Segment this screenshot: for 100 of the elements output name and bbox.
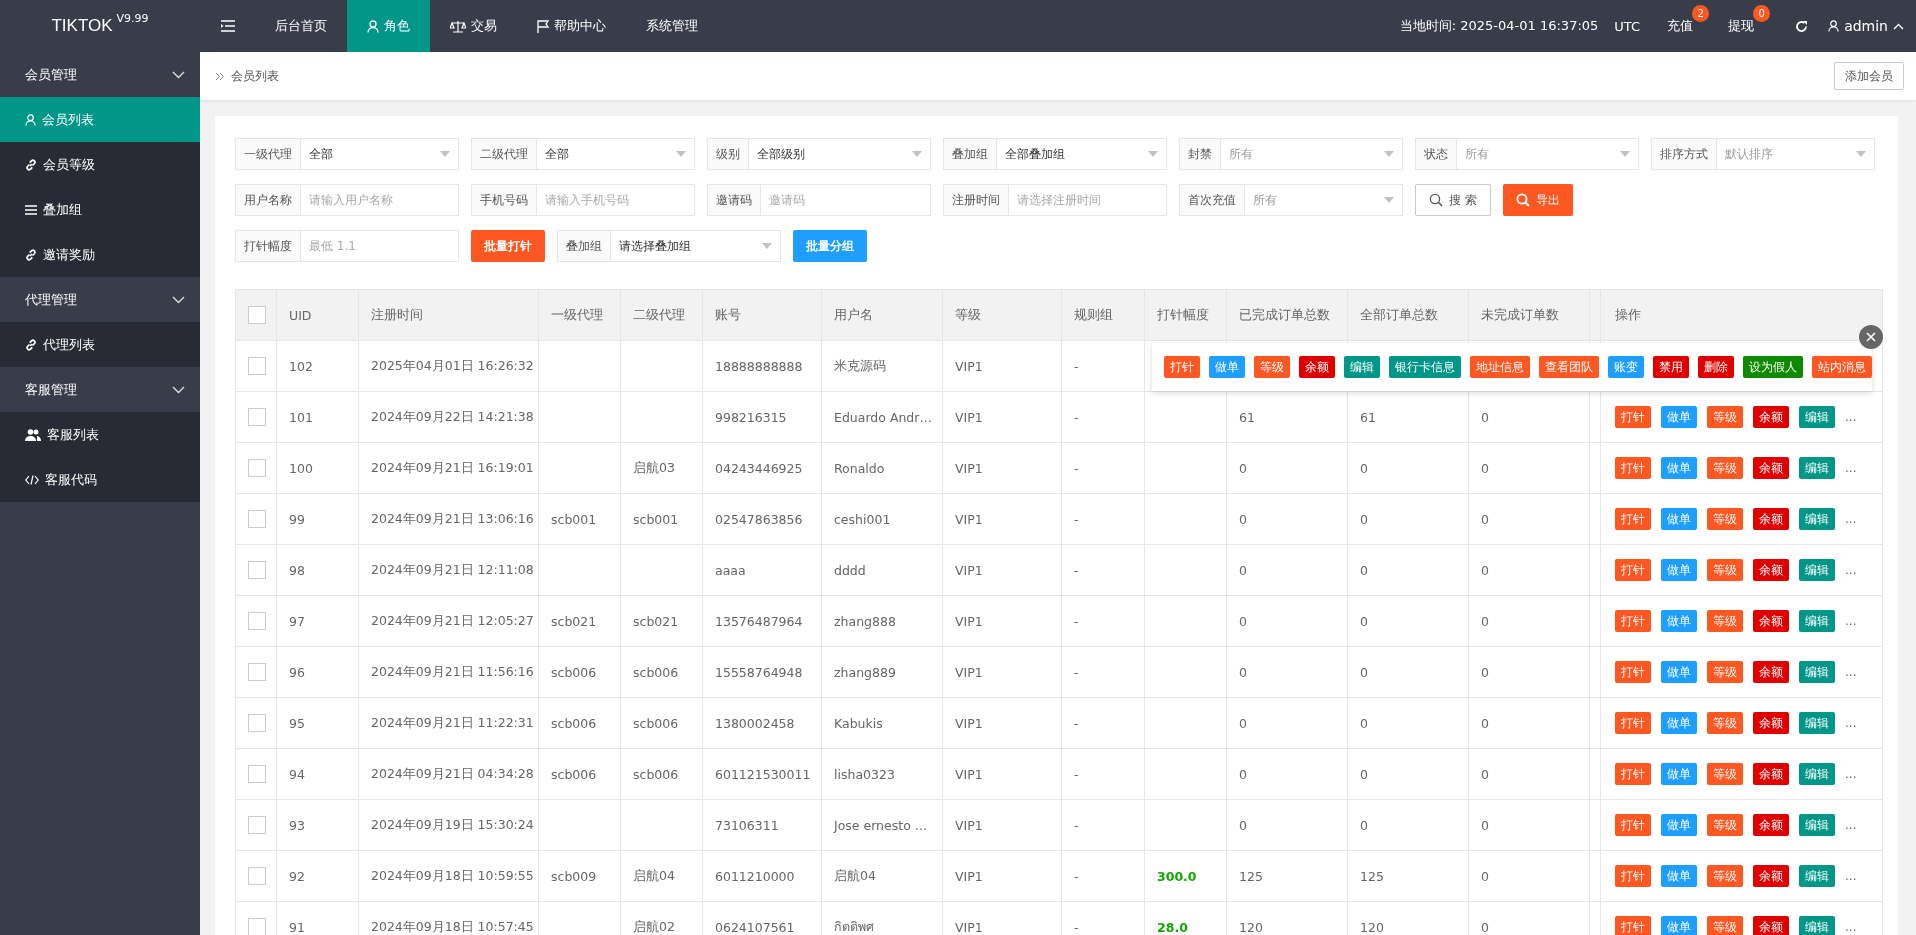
action-button[interactable]: 余额 [1753,916,1789,935]
action-button[interactable]: 等级 [1707,763,1743,785]
action-button[interactable]: 编辑 [1799,661,1835,683]
input-field[interactable]: 请输入手机号码 [537,184,695,216]
more-button[interactable]: ... [1845,461,1857,475]
sidebar-item[interactable]: 客服代码 [0,457,200,502]
action-button[interactable]: 余额 [1753,661,1789,683]
action-button[interactable]: 余额 [1753,814,1789,836]
more-button[interactable]: ... [1845,614,1857,628]
action-button[interactable]: 做单 [1661,406,1697,428]
action-button[interactable]: 打针 [1615,406,1651,428]
sidebar-item[interactable]: 会员等级 [0,142,200,187]
action-button[interactable]: 余额 [1753,559,1789,581]
action-button[interactable]: 打针 [1615,559,1651,581]
action-button[interactable]: 余额 [1753,763,1789,785]
action-button[interactable]: 打针 [1615,865,1651,887]
action-button[interactable]: 等级 [1707,406,1743,428]
action-button[interactable]: 余额 [1753,712,1789,734]
action-button[interactable]: 打针 [1615,457,1651,479]
action-button[interactable]: 编辑 [1799,916,1835,935]
nav-tab[interactable]: 交易 [430,0,517,52]
input-field[interactable]: 邀请码 [761,184,931,216]
action-button[interactable]: 做单 [1661,916,1697,935]
action-button[interactable]: 编辑 [1799,814,1835,836]
input-field[interactable]: 最低 1.1 [301,230,459,262]
search-button[interactable]: 搜 索 [1415,184,1491,216]
action-button[interactable]: 余额 [1753,406,1789,428]
action-button[interactable]: 打针 [1164,356,1200,378]
more-button[interactable]: ... [1845,920,1857,934]
sidebar-item[interactable]: 邀请奖励 [0,232,200,277]
breadcrumb-item[interactable]: 会员列表 [231,67,279,85]
action-button[interactable]: 余额 [1753,865,1789,887]
action-button[interactable]: 做单 [1661,457,1697,479]
action-button[interactable]: 打针 [1615,763,1651,785]
more-button[interactable]: ... [1845,818,1857,832]
nav-tab[interactable]: 角色 [347,0,430,52]
nav-tab[interactable]: 帮助中心 [517,0,626,52]
action-button[interactable]: 银行卡信息 [1389,356,1461,378]
action-button[interactable]: 余额 [1753,610,1789,632]
dropdown[interactable]: 全部叠加组 [997,138,1167,170]
action-button[interactable]: 编辑 [1344,356,1380,378]
input-field[interactable]: 请输入用户名称 [301,184,459,216]
more-button[interactable]: ... [1845,410,1857,424]
more-button[interactable]: ... [1845,512,1857,526]
action-button[interactable]: 打针 [1615,916,1651,935]
action-button[interactable]: 打针 [1615,661,1651,683]
export-button[interactable]: 导出 [1502,184,1573,216]
user-menu[interactable]: admin [1828,0,1904,52]
action-button[interactable]: 做单 [1661,814,1697,836]
action-button[interactable]: 等级 [1254,356,1290,378]
dropdown[interactable]: 全部 [537,138,695,170]
action-button[interactable]: 禁用 [1653,356,1689,378]
action-button[interactable]: 地址信息 [1470,356,1530,378]
action-button[interactable]: 等级 [1707,865,1743,887]
action-button[interactable]: 做单 [1661,661,1697,683]
action-button[interactable]: 等级 [1707,610,1743,632]
sidebar-item[interactable]: 客服列表 [0,412,200,457]
action-button[interactable]: 打针 [1615,508,1651,530]
dropdown[interactable]: 请选择叠加组 [611,230,781,262]
action-button[interactable]: 编辑 [1799,457,1835,479]
sidebar-item[interactable]: 叠加组 [0,187,200,232]
more-button[interactable]: ... [1845,665,1857,679]
sidebar-item[interactable]: 代理列表 [0,322,200,367]
input-field[interactable]: 请选择注册时间 [1009,184,1167,216]
more-button[interactable]: ... [1845,716,1857,730]
dropdown[interactable]: 全部 [301,138,459,170]
dropdown[interactable]: 默认排序 [1717,138,1875,170]
action-button[interactable]: 编辑 [1799,559,1835,581]
action-button[interactable]: 做单 [1661,508,1697,530]
action-button[interactable]: 编辑 [1799,406,1835,428]
action-button[interactable]: 编辑 [1799,610,1835,632]
action-button[interactable]: 站内消息 [1812,356,1872,378]
sidebar-item[interactable]: 会员列表 [0,97,200,142]
action-button[interactable]: 打针 [1615,610,1651,632]
action-button[interactable]: 做单 [1661,712,1697,734]
more-button[interactable]: ... [1845,563,1857,577]
action-button[interactable]: 做单 [1661,763,1697,785]
nav-tab[interactable]: 后台首页 [255,0,347,52]
add-member-button[interactable]: 添加会员 [1834,62,1904,90]
action-button[interactable]: 做单 [1661,865,1697,887]
action-button[interactable]: 等级 [1707,712,1743,734]
action-button[interactable]: 查看团队 [1539,356,1599,378]
action-button[interactable]: 做单 [1661,559,1697,581]
action-button[interactable]: 账变 [1608,356,1644,378]
batch-button[interactable]: 批量分组 [793,230,867,262]
dropdown[interactable]: 所有 [1457,138,1639,170]
batch-button[interactable]: 批量打针 [471,230,545,262]
action-button[interactable]: 余额 [1753,508,1789,530]
action-button[interactable]: 等级 [1707,457,1743,479]
action-button[interactable]: 做单 [1661,610,1697,632]
action-button[interactable]: 编辑 [1799,763,1835,785]
action-button[interactable]: 编辑 [1799,712,1835,734]
action-button[interactable]: 余额 [1299,356,1335,378]
action-button[interactable]: 等级 [1707,508,1743,530]
action-button[interactable]: 设为假人 [1743,356,1803,378]
action-button[interactable]: 编辑 [1799,865,1835,887]
more-button[interactable]: ... [1845,767,1857,781]
dropdown[interactable]: 所有 [1245,184,1403,216]
dropdown[interactable]: 全部级别 [749,138,931,170]
action-button[interactable]: 编辑 [1799,508,1835,530]
